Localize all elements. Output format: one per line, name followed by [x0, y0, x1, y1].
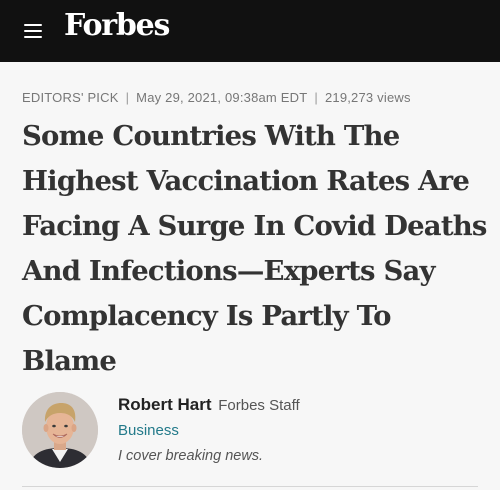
article-content: EDITORS' PICK | May 29, 2021, 09:38am EDT |… [0, 62, 500, 490]
headline-line: Blame [22, 345, 117, 377]
headline-line: Complacency Is Partly To [22, 300, 391, 332]
article-headline: Some Countries With The Highest Vaccinat… [22, 114, 487, 384]
hamburger-menu-icon[interactable] [24, 24, 42, 38]
publish-date: May 29, 2021, 09:38am EDT [136, 90, 308, 105]
author-byline: Robert Hart Forbes Staff [118, 395, 300, 415]
section-link-business[interactable]: Business [118, 422, 179, 439]
view-count: 219,273 views [324, 90, 411, 105]
headline-line: Some Countries With The [22, 120, 400, 152]
headline-line: And Infections—Experts Say [22, 255, 436, 287]
author-bio: I cover breaking news. [118, 448, 264, 464]
content-divider [22, 486, 478, 487]
author-name-link[interactable]: Robert Hart [118, 395, 212, 414]
author-portrait-icon [22, 392, 98, 468]
forbes-logo[interactable]: Forbes [64, 8, 170, 43]
editors-pick-label: EDITORS' PICK [22, 90, 119, 105]
headline-line: Highest Vaccination Rates Are [22, 165, 470, 197]
top-navigation-bar: Forbes [0, 0, 500, 62]
meta-separator: | [314, 90, 318, 105]
author-avatar[interactable] [22, 392, 98, 468]
meta-separator: | [125, 90, 130, 105]
headline-line: Facing A Surge In Covid Deaths [22, 210, 487, 242]
article-meta: EDITORS' PICK | May 29, 2021, 09:38am EDT |… [22, 90, 482, 105]
author-role: Forbes Staff [218, 397, 300, 414]
